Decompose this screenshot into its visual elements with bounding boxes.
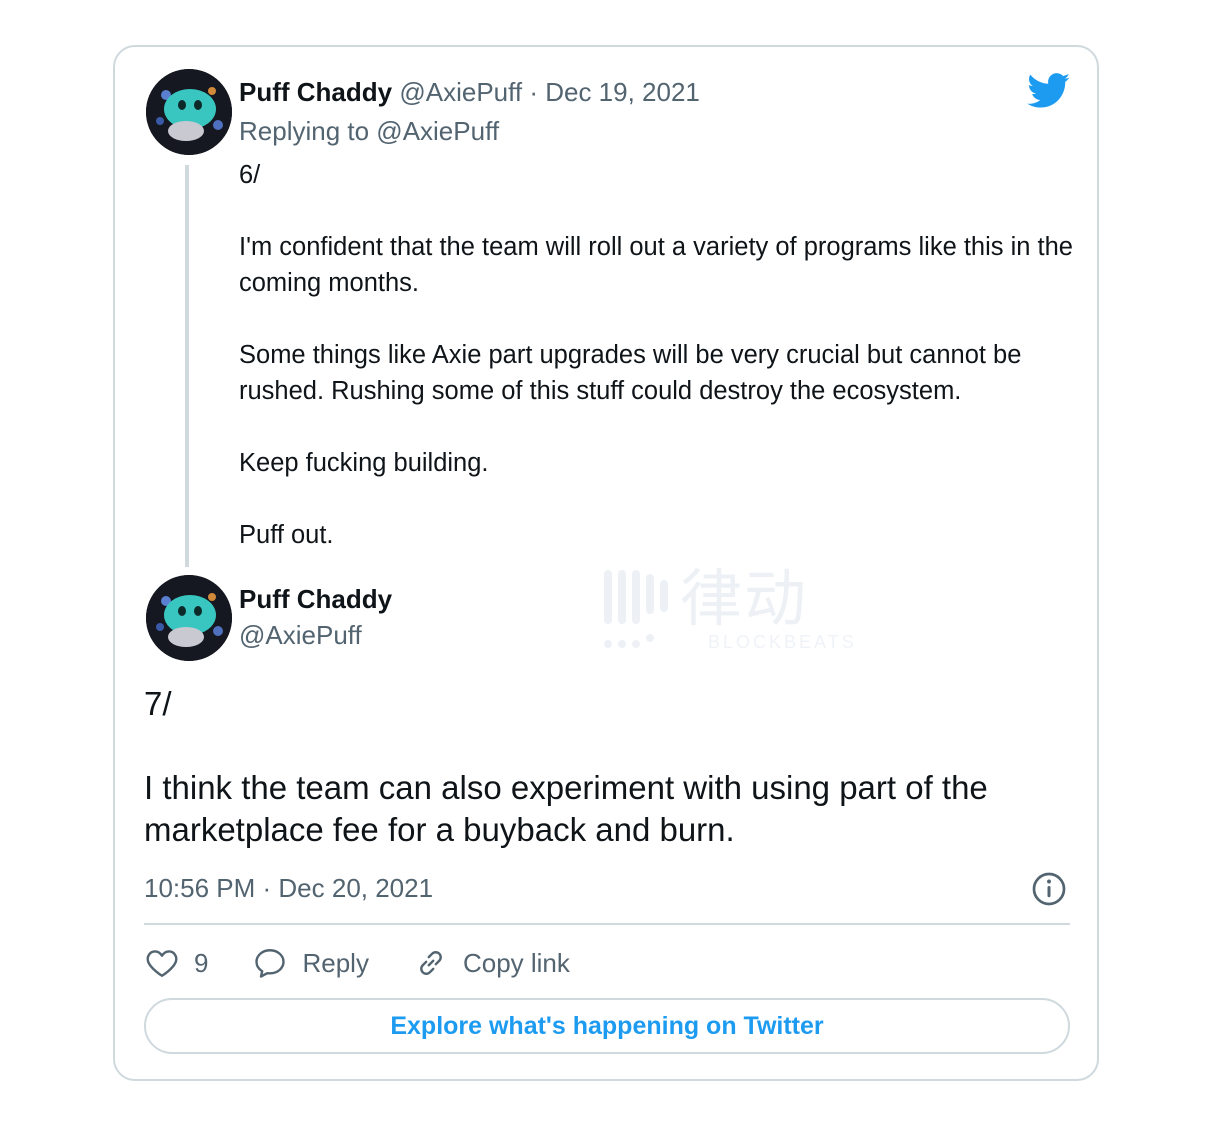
author-name[interactable]: Puff Chaddy [239,581,392,617]
replying-to[interactable]: Replying to @AxiePuff [239,113,499,149]
avatar[interactable] [146,69,232,155]
watermark-bars-icon [604,570,668,648]
tweet-embed-card: Puff Chaddy @AxiePuff · Dec 19, 2021 Rep… [113,45,1099,1081]
watermark-en: BLOCKBEATS [708,632,857,652]
reply-button[interactable]: Reply [252,945,369,981]
link-icon [420,951,442,975]
tweet2-text: 7/ I think the team can also experiment … [144,685,988,848]
avatar[interactable] [146,575,232,661]
copy-link-button[interactable]: Copy link [413,945,570,981]
like-button[interactable]: 9 [144,945,208,981]
tweet-timestamp[interactable]: 10:56 PM · Dec 20, 2021 [144,870,433,906]
tweet-actions: 9 Reply Copy link [144,939,614,987]
info-icon[interactable] [1031,871,1067,907]
tweet1-text: 6/ I'm confident that the team will roll… [239,161,1073,549]
tweet-date[interactable]: Dec 19, 2021 [545,77,700,107]
watermark-cn: 律动 [680,562,809,635]
reply-bubble-icon [255,949,286,978]
author-handle[interactable]: @AxiePuff [399,77,522,107]
divider [144,923,1070,925]
author-name[interactable]: Puff Chaddy [239,77,392,107]
heart-icon [146,950,178,977]
like-count: 9 [194,947,209,978]
explore-twitter-button[interactable]: Explore what's happening on Twitter [144,998,1070,1054]
copy-link-label: Copy link [462,947,570,978]
tweet1-header: Puff Chaddy @AxiePuff · Dec 19, 2021 [239,75,700,109]
reply-label: Reply [302,947,369,978]
blockbeats-watermark: 律动 BLOCKBEATS [602,562,854,656]
thread-connector-line [185,165,189,567]
separator-dot: · [522,77,546,107]
twitter-bird-icon[interactable] [1027,73,1071,109]
author-handle[interactable]: @AxiePuff [239,617,362,653]
